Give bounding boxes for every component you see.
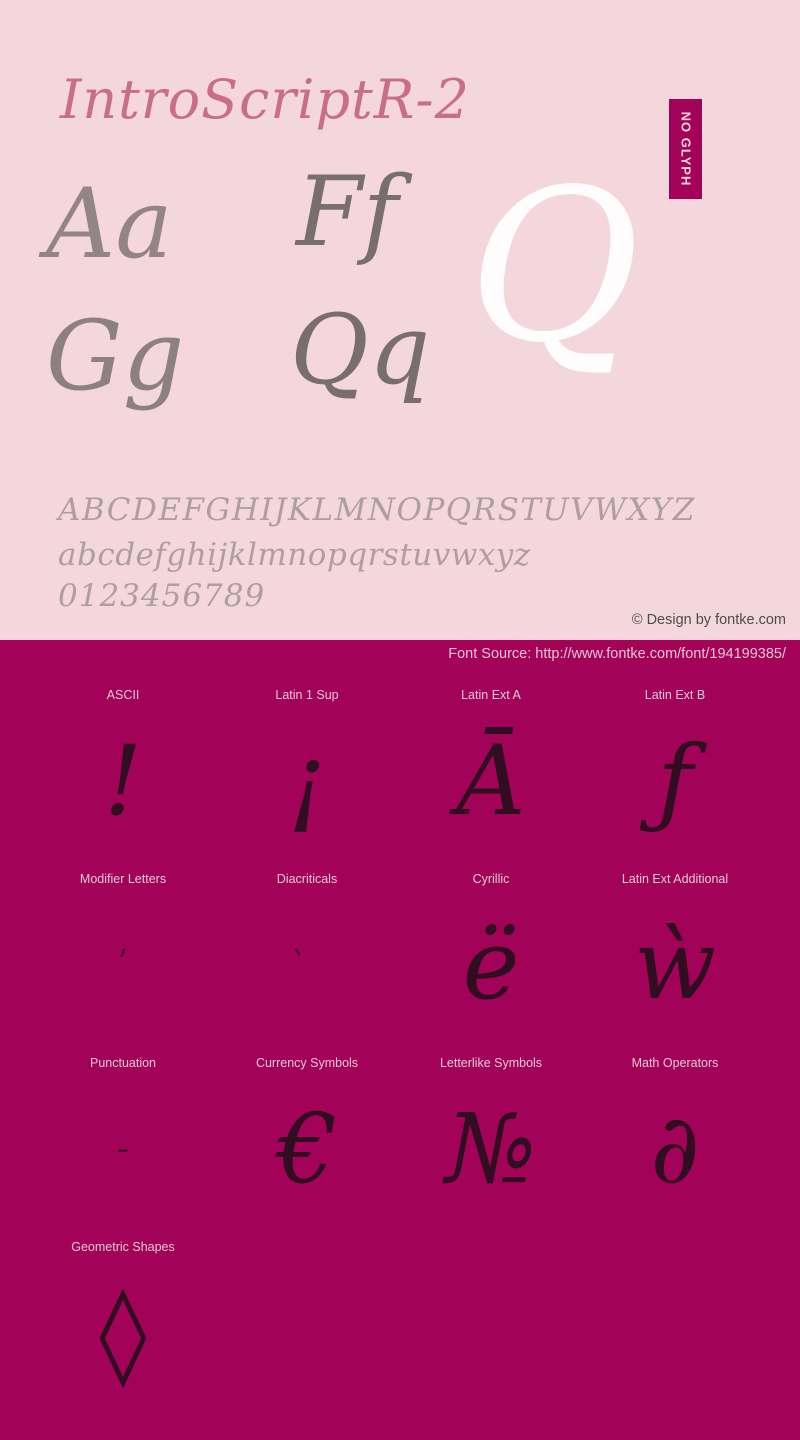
unicode-block-row: Geometric Shapes ◊ — [0, 1234, 800, 1418]
unicode-block-sample-glyph: ̀ — [215, 890, 399, 1040]
unicode-block-sample-glyph: ʹ — [118, 945, 128, 985]
unicode-block-label: Latin 1 Sup — [275, 688, 339, 702]
unicode-block-row: Modifier LettersʹDiacriticals̀CyrillicёL… — [0, 866, 800, 1050]
unicode-block-cell[interactable]: Diacriticals̀ — [215, 866, 399, 1050]
unicode-block-row: Punctuation ‐ Currency Symbols € Letterlike … — [0, 1050, 800, 1234]
unicode-block-sample-glyph: ¡ — [287, 725, 327, 837]
unicode-block-cell[interactable]: Latin 1 Sup ¡ — [215, 682, 399, 866]
big-glyph-aa: Aa — [46, 168, 173, 280]
font-specimen-page: IntroScriptR-2 NO GLYPH Aa Ff Q Gg Qq AB… — [0, 0, 800, 1440]
unicode-block-cell[interactable]: Letterlike Symbols № — [399, 1050, 583, 1234]
unicode-block-row: ASCII! Latin 1 Sup ¡ Latin Ext A Ā Latin Ext … — [0, 682, 800, 866]
unicode-block-sample-glyph: Ā — [456, 725, 526, 837]
unicode-block-cell[interactable]: Currency Symbols € — [215, 1050, 399, 1234]
unicode-block-cell[interactable]: Punctuation ‐ — [31, 1050, 215, 1234]
unicode-block-sample-glyph: € — [276, 1093, 338, 1205]
unicode-block-label: Diacriticals — [276, 872, 338, 886]
unicode-block-label: Latin Ext A — [461, 688, 521, 702]
unicode-block-cell[interactable]: Latin Ext A Ā — [399, 682, 583, 866]
unicode-block-label: Geometric Shapes — [71, 1240, 175, 1254]
unicode-block-cell[interactable]: ASCII! — [31, 682, 215, 866]
unicode-block-label: ASCII — [106, 688, 140, 702]
big-glyph-grid: Aa Ff Q Gg Qq — [0, 162, 800, 462]
specimen-panel: IntroScriptR-2 NO GLYPH Aa Ff Q Gg Qq AB… — [0, 0, 800, 640]
unicode-block-sample-glyph: ẁ — [633, 909, 717, 1021]
big-glyph-qq: Qq — [290, 294, 431, 406]
unicode-block-sample-glyph: ! — [103, 725, 143, 837]
font-source-link[interactable]: Font Source: http://www.fontke.com/font/… — [448, 646, 786, 662]
unicode-block-sample-glyph: ё — [462, 909, 520, 1021]
unicode-block-cell[interactable]: Latin Ext B ƒ — [583, 682, 767, 866]
unicode-block-cell[interactable]: Modifier Letters ʹ — [31, 866, 215, 1050]
unicode-block-label: Currency Symbols — [255, 1056, 359, 1070]
unicode-block-label: Latin Ext B — [644, 688, 706, 702]
unicode-block-rows: ASCII! Latin 1 Sup ¡ Latin Ext A Ā Latin Ext … — [0, 682, 800, 1418]
unicode-block-label: Math Operators — [631, 1056, 719, 1070]
alphabet-uppercase: ABCDEFGHIJKLMNOPQRSTUVWXYZ — [58, 492, 696, 528]
big-glyph-ff: Ff — [296, 156, 399, 268]
big-glyph-q-large: Q — [468, 144, 647, 389]
unicode-block-label: Modifier Letters — [79, 872, 167, 886]
font-title: IntroScriptR-2 — [60, 68, 470, 131]
unicode-block-label: Punctuation — [89, 1056, 157, 1070]
unicode-block-sample-glyph: ‐ — [117, 1129, 129, 1169]
alphabet-digits: 0123456789 — [58, 578, 266, 614]
unicode-blocks-panel: Font Source: http://www.fontke.com/font/… — [0, 640, 800, 1440]
unicode-block-cell[interactable]: Cyrillic ё — [399, 866, 583, 1050]
big-glyph-gg: Gg — [46, 300, 185, 412]
unicode-block-label: Letterlike Symbols — [439, 1056, 543, 1070]
unicode-block-sample-glyph: ƒ — [657, 725, 693, 837]
unicode-block-cell[interactable]: Math Operators ∂ — [583, 1050, 767, 1234]
title-row: IntroScriptR-2 NO GLYPH — [0, 44, 800, 199]
unicode-block-cell[interactable]: Latin Ext Additional ẁ — [583, 866, 767, 1050]
alphabet-lowercase: abcdefghijklmnopqrstuvwxyz — [58, 537, 531, 573]
unicode-block-sample-glyph: ◊ — [99, 1277, 147, 1389]
unicode-block-cell[interactable]: Geometric Shapes ◊ — [31, 1234, 215, 1418]
copyright-text: © Design by fontke.com — [631, 612, 786, 628]
unicode-block-sample-glyph: № — [445, 1093, 537, 1205]
unicode-block-sample-glyph: ∂ — [650, 1093, 700, 1205]
unicode-block-label: Cyrillic — [472, 872, 510, 886]
unicode-block-label: Latin Ext Additional — [621, 872, 729, 886]
